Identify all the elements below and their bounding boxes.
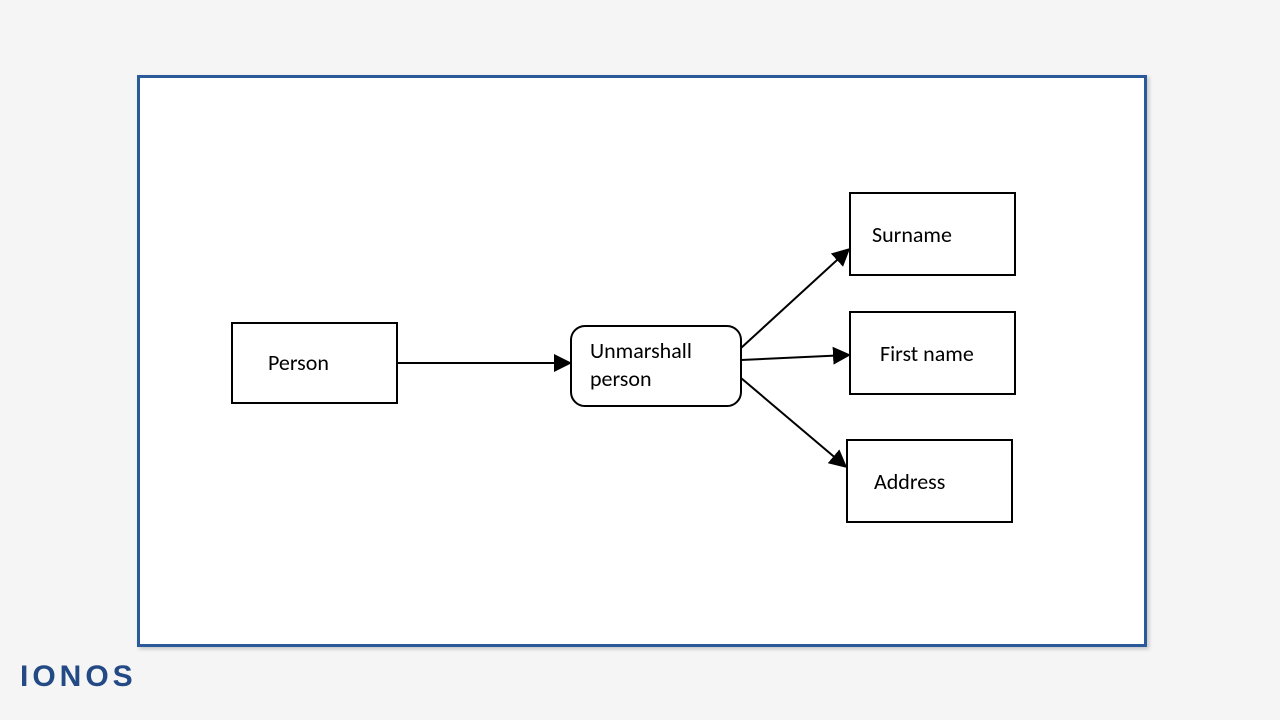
node-address-label: Address bbox=[874, 468, 945, 495]
node-person-label: Person bbox=[268, 349, 329, 376]
arrow-process-to-surname bbox=[741, 250, 848, 348]
node-firstname-label: First name bbox=[880, 340, 974, 367]
diagram-frame: Person Unmarshall person Surname First n… bbox=[137, 75, 1147, 647]
arrow-process-to-firstname bbox=[741, 355, 848, 360]
arrow-process-to-address bbox=[741, 378, 845, 466]
node-process-label-line1: Unmarshall bbox=[590, 337, 692, 364]
brand-logo: IONOS bbox=[20, 660, 137, 694]
diagram-svg: Person Unmarshall person Surname First n… bbox=[140, 78, 1144, 644]
node-process-label-line2: person bbox=[590, 365, 652, 392]
node-surname-label: Surname bbox=[872, 221, 952, 248]
